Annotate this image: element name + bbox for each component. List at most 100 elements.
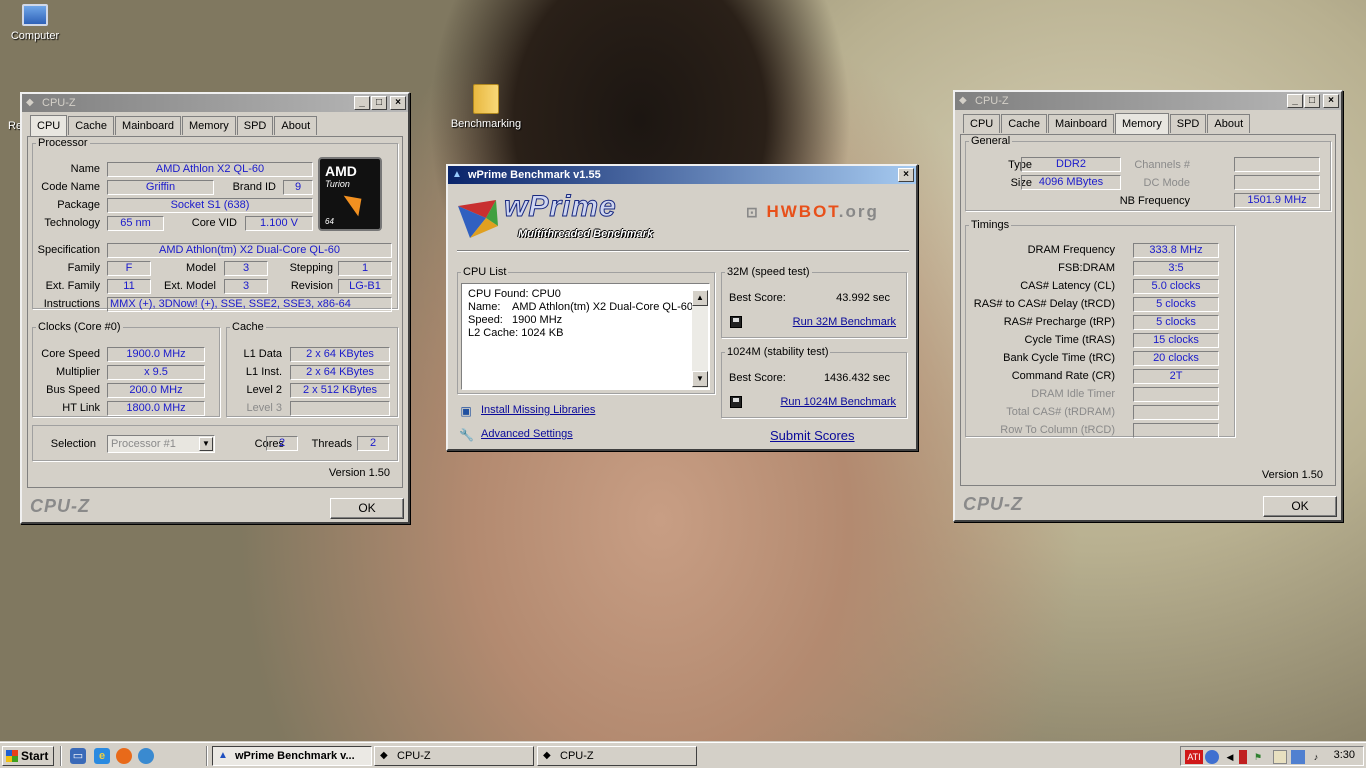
- cpu-list-box[interactable]: CPU Found: CPU0 Name: AMD Athlon(tm) X2 …: [461, 283, 710, 390]
- scroll-up-button[interactable]: ▲: [692, 290, 708, 306]
- close-button[interactable]: ×: [390, 96, 406, 110]
- label-package: Package: [57, 199, 100, 211]
- show-desktop-icon[interactable]: ▭: [70, 748, 86, 764]
- label-specification: Specification: [37, 244, 100, 256]
- label-dcmode: DC Mode: [1143, 177, 1190, 189]
- timing-value: 5 clocks: [1133, 297, 1219, 312]
- computer-icon: [22, 4, 48, 26]
- folder-icon: [473, 84, 499, 114]
- minimize-button[interactable]: _: [354, 96, 370, 110]
- tab-memory[interactable]: Memory: [182, 116, 236, 135]
- label-best-score-32m: Best Score:: [729, 292, 786, 304]
- ok-button[interactable]: OK: [330, 498, 404, 519]
- value-cores: 2: [266, 436, 298, 451]
- label-extmodel: Ext. Model: [164, 280, 216, 292]
- robot-icon: ⊡: [746, 204, 760, 220]
- tab-about[interactable]: About: [274, 116, 318, 135]
- ok-button[interactable]: OK: [1263, 496, 1337, 517]
- value-l1inst: 2 x 64 KBytes: [290, 365, 390, 380]
- value-package: Socket S1 (638): [107, 198, 313, 213]
- window-title: CPU-Z: [42, 97, 76, 109]
- value-corespeed: 1900.0 MHz: [107, 347, 205, 362]
- value-stepping: 1: [338, 261, 392, 276]
- scroll-down-button[interactable]: ▼: [692, 371, 708, 387]
- system-tray: ATI ◀ ⚑ ♪ 3:30: [1180, 746, 1364, 766]
- minimize-button[interactable]: _: [1287, 94, 1303, 108]
- audio-manager-icon[interactable]: [1239, 750, 1247, 764]
- install-libraries-link[interactable]: Install Missing Libraries: [481, 404, 595, 416]
- tab-cpu[interactable]: CPU: [963, 114, 1001, 133]
- taskbar: Start ▭ e ▲ wPrime Benchmark v... ◆ CPU-…: [0, 742, 1366, 768]
- tab-cache[interactable]: Cache: [1001, 114, 1048, 133]
- ati-icon[interactable]: ATI: [1185, 750, 1203, 764]
- install-icon: ▣: [460, 404, 472, 418]
- timing-value: 15 clocks: [1133, 333, 1219, 348]
- tab-cache[interactable]: Cache: [68, 116, 115, 135]
- cpuz-app-icon: ◆: [380, 750, 388, 761]
- cpuz-app-icon: ◆: [26, 97, 34, 108]
- firefox-icon[interactable]: [116, 748, 132, 764]
- close-button[interactable]: ×: [1323, 94, 1339, 108]
- label-channels: Channels #: [1134, 159, 1190, 171]
- close-button[interactable]: ×: [898, 168, 914, 182]
- value-size: 4096 MBytes: [1021, 175, 1121, 190]
- tab-mainboard[interactable]: Mainboard: [1048, 114, 1115, 133]
- version-label: Version 1.50: [1261, 469, 1323, 481]
- label-revision: Revision: [290, 280, 333, 292]
- advanced-settings-link[interactable]: Advanced Settings: [481, 428, 573, 440]
- value-corevid: 1.100 V: [245, 216, 313, 231]
- version-label: Version 1.50: [328, 467, 390, 479]
- title-bar[interactable]: ▲ wPrime Benchmark v1.55 ×: [448, 166, 916, 184]
- label-stepping: Stepping: [289, 262, 333, 274]
- timing-value: 5 clocks: [1133, 315, 1219, 330]
- timing-label: CAS# Latency (CL): [1020, 280, 1115, 292]
- timing-label: Bank Cycle Time (tRC): [1003, 352, 1115, 364]
- submit-scores-link[interactable]: Submit Scores: [770, 428, 855, 443]
- label-corespeed: Core Speed: [41, 348, 100, 360]
- chevron-down-icon[interactable]: ▼: [199, 437, 213, 451]
- label-technology: Technology: [44, 217, 100, 229]
- timing-label: Row To Column (tRCD): [1000, 424, 1115, 436]
- timing-label: DRAM Frequency: [1027, 244, 1115, 256]
- volume-icon[interactable]: ◀: [1223, 750, 1237, 764]
- wprime-window[interactable]: ▲ wPrime Benchmark v1.55 × wPrime Multit…: [446, 164, 918, 451]
- value-brandid: 9: [283, 180, 313, 195]
- value-codename: Griffin: [107, 180, 214, 195]
- maximize-button[interactable]: □: [1304, 94, 1320, 108]
- title-bar[interactable]: ◆ CPU-Z _ □ ×: [955, 92, 1341, 110]
- processor-select[interactable]: Processor #1 ▼: [107, 435, 215, 453]
- run-1024m-link[interactable]: Run 1024M Benchmark: [780, 396, 896, 408]
- taskbar-button-wprime[interactable]: ▲ wPrime Benchmark v...: [212, 746, 372, 766]
- label-corevid: Core VID: [191, 217, 237, 229]
- taskbar-button-cpuz[interactable]: ◆ CPU-Z: [374, 746, 534, 766]
- taskbar-button-cpuz[interactable]: ◆ CPU-Z: [537, 746, 697, 766]
- tab-spd[interactable]: SPD: [1169, 114, 1207, 133]
- tab-memory[interactable]: Memory: [1115, 113, 1169, 134]
- wprime-logo-title: wPrime: [504, 190, 617, 224]
- browser-icon[interactable]: [138, 748, 154, 764]
- value-l1data: 2 x 64 KBytes: [290, 347, 390, 362]
- title-bar[interactable]: ◆ CPU-Z _ □ ×: [22, 94, 408, 112]
- desktop-icon-computer[interactable]: Computer: [0, 4, 75, 42]
- cpuz-app-icon: ◆: [959, 95, 967, 106]
- clock: 3:30: [1333, 749, 1355, 761]
- security-icon[interactable]: ⚑: [1251, 750, 1265, 764]
- cpuz-window-memory[interactable]: ◆ CPU-Z _ □ × CPU Cache Mainboard Memory…: [953, 90, 1343, 522]
- connection-icon[interactable]: [1291, 750, 1305, 764]
- desktop-icon-benchmarking[interactable]: Benchmarking: [446, 84, 526, 130]
- tab-about[interactable]: About: [1207, 114, 1251, 133]
- tab-spd[interactable]: SPD: [236, 116, 274, 135]
- label-level3: Level 3: [246, 402, 282, 414]
- clipboard-icon[interactable]: [1273, 750, 1287, 764]
- speaker-icon[interactable]: ♪: [1309, 750, 1323, 764]
- internet-explorer-icon[interactable]: e: [94, 748, 110, 764]
- start-button[interactable]: Start: [2, 746, 54, 766]
- network-icon[interactable]: [1205, 750, 1219, 764]
- tab-cpu[interactable]: CPU: [30, 115, 68, 136]
- maximize-button[interactable]: □: [371, 96, 387, 110]
- run-32m-link[interactable]: Run 32M Benchmark: [793, 316, 896, 328]
- tab-mainboard[interactable]: Mainboard: [115, 116, 182, 135]
- timing-value: [1133, 387, 1219, 402]
- value-best-score-1024m: 1436.432 sec: [823, 372, 890, 384]
- cpuz-window-cpu[interactable]: ◆ CPU-Z _ □ × CPU Cache Mainboard Memory…: [20, 92, 410, 524]
